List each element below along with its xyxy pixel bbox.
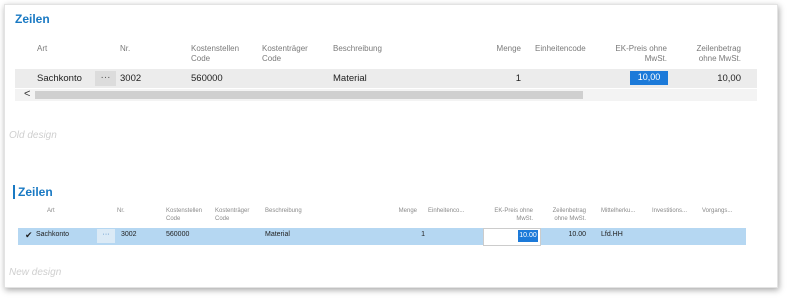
old-header-zeilenbetrag[interactable]: Zeilenbetrag ohne MwSt. (681, 44, 741, 64)
new-cell-mittelherkunft[interactable]: Lfd.HH (601, 231, 623, 238)
old-header-beschreibung[interactable]: Beschreibung (333, 44, 382, 54)
old-header-einheitencode[interactable]: Einheitencode (535, 44, 586, 54)
old-row-actions-button[interactable]: ··· (95, 71, 116, 86)
new-cell-zeilenbetrag[interactable]: 10.00 (541, 231, 586, 238)
new-header-nr[interactable]: Nr. (117, 207, 125, 215)
new-cell-nr[interactable]: 3002 (121, 231, 137, 238)
row-selected-check-icon[interactable]: ✔ (25, 230, 33, 241)
new-header-mittelherkunft[interactable]: Mittelherku... (601, 207, 635, 215)
new-design-caption: New design (9, 267, 62, 278)
new-header-beschreibung[interactable]: Beschreibung (265, 207, 302, 215)
comparison-card: Zeilen Art Nr. Kostenstellen Code Kosten… (4, 4, 778, 288)
new-header-ek-preis[interactable]: EK-Preis ohne MwSt. (485, 207, 533, 223)
old-cell-zeilenbetrag[interactable]: 10,00 (681, 73, 741, 84)
new-header-zeilenbetrag[interactable]: Zeilenbetrag ohne MwSt. (541, 207, 586, 223)
old-design-caption: Old design (9, 130, 57, 141)
new-cell-menge[interactable]: 1 (397, 231, 425, 238)
new-header-art[interactable]: Art (47, 207, 55, 215)
old-cell-ek-preis-selected[interactable]: 10,00 (630, 71, 668, 85)
new-cell-art[interactable]: Sachkonto (36, 231, 69, 238)
old-header-kostenstellen[interactable]: Kostenstellen Code (191, 44, 249, 64)
old-cell-kostenstellen[interactable]: 560000 (191, 73, 223, 84)
old-section-title[interactable]: Zeilen (15, 12, 50, 26)
new-section-accent (13, 185, 15, 199)
scroll-left-arrow-icon[interactable]: < (24, 88, 30, 100)
new-section-title[interactable]: Zeilen (18, 185, 53, 199)
new-header-kostenstellen[interactable]: Kostenstellen Code (166, 207, 206, 223)
old-header-kostentraeger[interactable]: Kostenträger Code (262, 44, 316, 64)
new-cell-kostenstellen[interactable]: 560000 (166, 231, 189, 238)
old-cell-nr[interactable]: 3002 (120, 73, 141, 84)
old-scrollbar-thumb[interactable] (35, 91, 583, 99)
new-cell-beschreibung[interactable]: Material (265, 231, 290, 238)
new-header-einheitencode[interactable]: Einheitenco... (428, 207, 464, 215)
new-cell-ek-preis-selected[interactable]: 10.00 (518, 230, 538, 242)
old-cell-beschreibung[interactable]: Material (333, 73, 367, 84)
new-header-kostentraeger[interactable]: Kostenträger Code (215, 207, 255, 223)
old-cell-art[interactable]: Sachkonto (37, 73, 82, 84)
new-header-investitions[interactable]: Investitions... (652, 207, 687, 215)
old-header-art[interactable]: Art (37, 44, 47, 54)
old-cell-menge[interactable]: 1 (475, 73, 521, 84)
new-row-actions-button[interactable]: ··· (97, 229, 115, 243)
new-header-menge[interactable]: Menge (389, 207, 417, 215)
old-header-menge[interactable]: Menge (475, 44, 521, 54)
old-header-ek-preis[interactable]: EK-Preis ohne MwSt. (607, 44, 667, 64)
new-header-vorgangs[interactable]: Vorgangs... (702, 207, 732, 215)
old-header-nr[interactable]: Nr. (120, 44, 130, 54)
